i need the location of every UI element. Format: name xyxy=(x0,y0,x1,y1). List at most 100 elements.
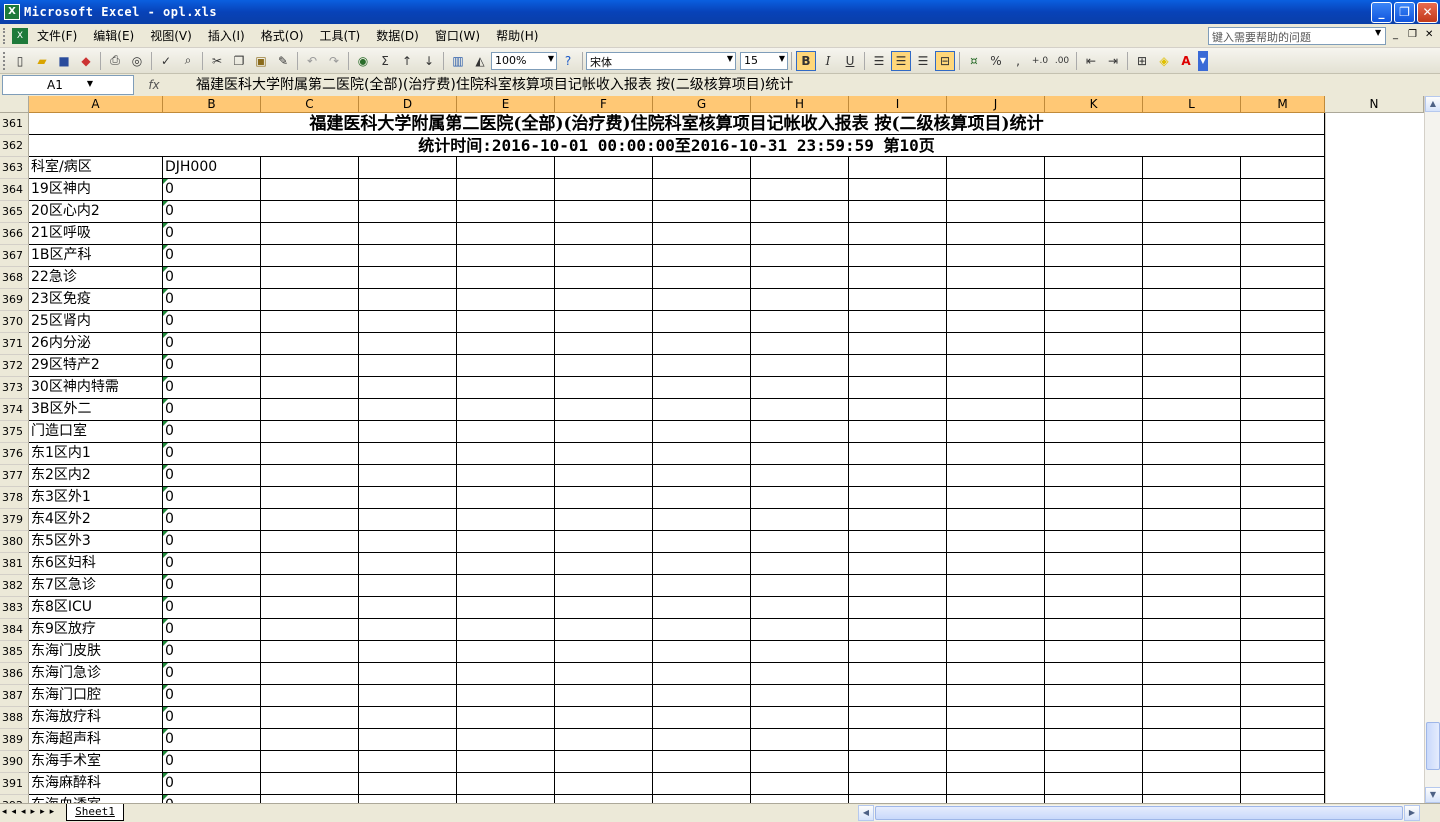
empty-cell[interactable] xyxy=(947,443,1045,465)
empty-cell[interactable] xyxy=(849,729,947,751)
doc-minimize-icon[interactable]: _ xyxy=(1393,29,1398,40)
menu-window[interactable]: 窗口(W) xyxy=(427,25,488,47)
permission-icon[interactable]: ◆ xyxy=(76,51,96,71)
empty-cell[interactable] xyxy=(457,707,555,729)
menu-help[interactable]: 帮助(H) xyxy=(488,25,546,47)
empty-cell[interactable] xyxy=(1045,685,1143,707)
empty-cell[interactable] xyxy=(1045,707,1143,729)
minimize-button[interactable]: _ xyxy=(1371,2,1392,23)
toolbar-options-icon[interactable]: ▼ xyxy=(1198,50,1208,71)
empty-cell[interactable] xyxy=(261,245,359,267)
empty-cell[interactable] xyxy=(457,355,555,377)
value-cell[interactable]: 0 xyxy=(163,575,261,597)
toolbar-grip[interactable] xyxy=(3,51,7,70)
empty-cell[interactable] xyxy=(1045,729,1143,751)
empty-cell[interactable] xyxy=(751,751,849,773)
empty-cell[interactable] xyxy=(849,421,947,443)
empty-cell[interactable] xyxy=(359,157,457,179)
empty-cell[interactable] xyxy=(1045,509,1143,531)
empty-cell[interactable] xyxy=(751,311,849,333)
empty-cell[interactable] xyxy=(555,223,653,245)
value-cell[interactable]: 0 xyxy=(163,795,261,803)
row-header[interactable]: 371 xyxy=(0,333,29,355)
empty-cell[interactable] xyxy=(751,685,849,707)
empty-cell[interactable] xyxy=(1241,443,1325,465)
paste-icon[interactable]: ▣ xyxy=(251,51,271,71)
spelling-icon[interactable]: ✓ xyxy=(156,51,176,71)
workbook-icon[interactable]: X xyxy=(12,27,28,44)
empty-cell[interactable] xyxy=(359,289,457,311)
empty-cell[interactable] xyxy=(947,487,1045,509)
scroll-right-icon[interactable]: ▶ xyxy=(1404,805,1420,821)
empty-cell[interactable] xyxy=(1143,707,1241,729)
empty-cell[interactable] xyxy=(751,773,849,795)
empty-cell[interactable] xyxy=(849,223,947,245)
empty-cell[interactable] xyxy=(947,795,1045,803)
department-cell[interactable]: 21区呼吸 xyxy=(29,223,163,245)
empty-cell[interactable] xyxy=(653,443,751,465)
empty-cell[interactable] xyxy=(1045,399,1143,421)
empty-cell[interactable] xyxy=(555,685,653,707)
copy-icon[interactable]: ❐ xyxy=(229,51,249,71)
empty-cell[interactable] xyxy=(457,773,555,795)
menu-tools[interactable]: 工具(T) xyxy=(312,25,369,47)
empty-cell[interactable] xyxy=(555,729,653,751)
empty-cell[interactable] xyxy=(1045,267,1143,289)
new-file-icon[interactable]: ▯ xyxy=(10,51,30,71)
empty-cell[interactable] xyxy=(457,311,555,333)
empty-cell[interactable] xyxy=(1045,157,1143,179)
empty-cell[interactable] xyxy=(653,311,751,333)
empty-cell[interactable] xyxy=(1241,575,1325,597)
empty-cell[interactable] xyxy=(849,685,947,707)
row-header[interactable]: 381 xyxy=(0,553,29,575)
empty-cell[interactable] xyxy=(1045,333,1143,355)
empty-cell[interactable] xyxy=(849,245,947,267)
empty-cell[interactable] xyxy=(359,443,457,465)
empty-cell[interactable] xyxy=(1045,355,1143,377)
empty-cell[interactable] xyxy=(849,707,947,729)
empty-cell[interactable] xyxy=(1045,245,1143,267)
empty-cell[interactable] xyxy=(1143,619,1241,641)
decrease-decimal-icon[interactable]: .00 xyxy=(1052,51,1072,71)
empty-cell[interactable] xyxy=(947,399,1045,421)
bold-button[interactable]: B xyxy=(796,50,816,71)
empty-cell[interactable] xyxy=(849,553,947,575)
empty-cell[interactable] xyxy=(1143,773,1241,795)
empty-cell[interactable] xyxy=(1241,311,1325,333)
redo-icon[interactable]: ↷ xyxy=(324,51,344,71)
empty-cell[interactable] xyxy=(359,795,457,803)
empty-cell[interactable] xyxy=(947,707,1045,729)
empty-cell[interactable] xyxy=(653,773,751,795)
empty-cell[interactable] xyxy=(359,421,457,443)
empty-cell[interactable] xyxy=(751,245,849,267)
empty-cell[interactable] xyxy=(1143,487,1241,509)
empty-cell[interactable] xyxy=(947,553,1045,575)
empty-cell[interactable] xyxy=(359,575,457,597)
font-size-dropdown-icon[interactable]: ▼ xyxy=(779,54,785,63)
empty-cell[interactable] xyxy=(261,399,359,421)
align-left-icon[interactable]: ☰ xyxy=(869,51,889,71)
empty-cell[interactable] xyxy=(751,377,849,399)
save-icon[interactable]: ■ xyxy=(54,51,74,71)
fx-icon[interactable]: fx xyxy=(134,78,174,92)
empty-cell[interactable] xyxy=(261,619,359,641)
empty-cell[interactable] xyxy=(947,509,1045,531)
empty-cell[interactable] xyxy=(751,663,849,685)
empty-cell[interactable] xyxy=(555,597,653,619)
empty-cell[interactable] xyxy=(1143,751,1241,773)
menu-format[interactable]: 格式(O) xyxy=(253,25,312,47)
empty-cell[interactable] xyxy=(457,267,555,289)
empty-cell[interactable] xyxy=(457,685,555,707)
value-cell[interactable]: 0 xyxy=(163,465,261,487)
empty-cell[interactable] xyxy=(555,355,653,377)
empty-cell[interactable] xyxy=(1143,597,1241,619)
empty-cell[interactable] xyxy=(359,245,457,267)
department-cell[interactable]: 东海放疗科 xyxy=(29,707,163,729)
empty-cell[interactable] xyxy=(1241,729,1325,751)
empty-cell[interactable] xyxy=(1143,245,1241,267)
column-header-b[interactable]: B xyxy=(163,96,261,113)
empty-cell[interactable] xyxy=(555,773,653,795)
value-cell[interactable]: 0 xyxy=(163,377,261,399)
empty-cell[interactable] xyxy=(947,531,1045,553)
empty-cell[interactable] xyxy=(947,729,1045,751)
